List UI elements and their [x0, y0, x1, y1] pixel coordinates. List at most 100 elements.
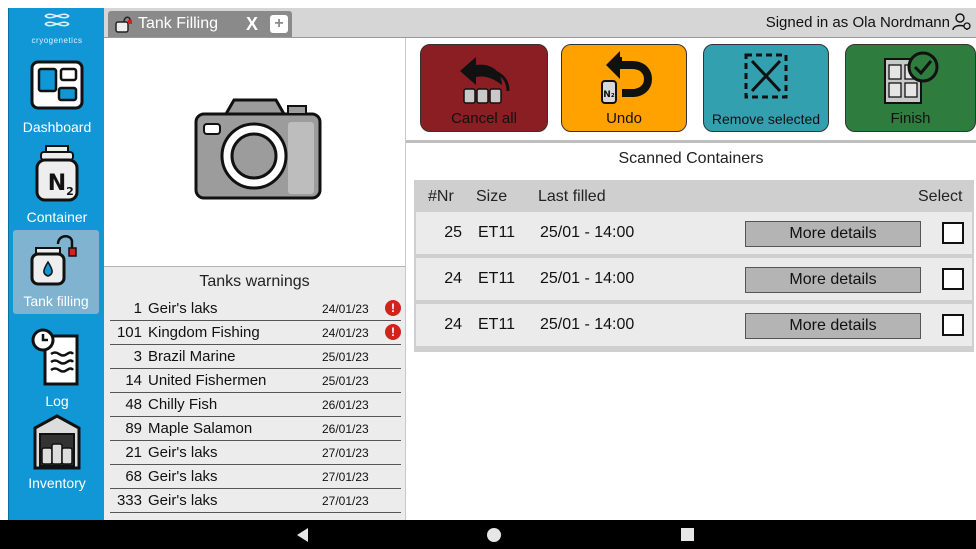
svg-text:2: 2 — [66, 185, 74, 198]
warning-tank-nr: 333 — [116, 492, 142, 509]
more-details-button[interactable]: More details — [745, 267, 921, 293]
user-settings-icon[interactable] — [952, 12, 972, 32]
section-divider — [406, 140, 976, 143]
finish-label: Finish — [890, 110, 931, 127]
cancel-all-label: Cancel all — [451, 110, 517, 127]
camera-panel[interactable] — [104, 38, 406, 266]
warning-row[interactable]: 3 Brazil Marine 25/01/23 — [110, 345, 401, 369]
container-size: ET11 — [478, 270, 516, 287]
undo-button[interactable]: N₂ Undo — [561, 44, 687, 132]
warning-tank-nr: 101 — [116, 324, 142, 341]
warning-date: 27/01/23 — [322, 446, 369, 460]
warning-row[interactable]: 333 Geir's laks 27/01/23 — [110, 489, 401, 513]
remove-selected-icon — [744, 53, 788, 99]
warning-row[interactable]: 14 United Fishermen 25/01/23 — [110, 369, 401, 393]
tab-tank-filling[interactable]: Tank Filling X + — [108, 11, 292, 37]
inventory-icon — [33, 414, 81, 470]
svg-text:N: N — [48, 171, 66, 196]
container-last-filled: 25/01 - 14:00 — [540, 224, 635, 241]
remove-selected-label: Remove selected — [711, 111, 821, 127]
recent-apps-icon[interactable] — [681, 528, 694, 541]
warning-tank-nr: 3 — [133, 348, 142, 365]
warnings-list: 1 Geir's laks 24/01/23! 101 Kingdom Fishing 2… — [104, 297, 405, 513]
select-checkbox[interactable] — [942, 222, 964, 244]
n2-container-icon: N 2 — [35, 145, 79, 202]
container-last-filled: 25/01 - 14:00 — [540, 270, 635, 287]
table-header: #Nr Size Last filled Select — [414, 180, 974, 212]
warning-row[interactable]: 68 Geir's laks 27/01/23 — [110, 465, 401, 489]
sidebar-item-label: Inventory — [28, 475, 86, 491]
add-tab-button[interactable]: + — [270, 15, 288, 33]
warning-date: 25/01/23 — [322, 350, 369, 364]
warning-tank-name: Brazil Marine — [148, 348, 236, 365]
signed-in-text: Signed in as Ola Nordmann — [765, 14, 950, 31]
more-details-button[interactable]: More details — [745, 313, 921, 339]
table-row: 24 ET11 25/01 - 14:00 More details — [416, 258, 972, 300]
warning-date: 26/01/23 — [322, 398, 369, 412]
table-row: 24 ET11 25/01 - 14:00 More details — [416, 304, 972, 346]
warning-row[interactable]: 21 Geir's laks 27/01/23 — [110, 441, 401, 465]
log-icon — [31, 328, 79, 386]
dashboard-icon — [30, 60, 84, 110]
sidebar-item-label: Log — [45, 393, 69, 409]
warning-tank-name: United Fishermen — [148, 372, 267, 389]
sidebar-item-inventory[interactable]: Inventory — [9, 414, 105, 498]
finish-icon — [883, 51, 938, 104]
tab-bar: Tank Filling X + Signed in as Ola Nordma… — [104, 8, 976, 38]
alert-icon: ! — [385, 324, 401, 340]
select-checkbox[interactable] — [942, 268, 964, 290]
cancel-all-icon — [460, 57, 510, 104]
tank-filling-icon — [115, 16, 132, 33]
warning-row[interactable]: 1 Geir's laks 24/01/23! — [110, 297, 401, 321]
sidebar-item-label: Tank filling — [23, 293, 89, 309]
close-tab-button[interactable]: X — [242, 11, 262, 37]
container-size: ET11 — [478, 224, 516, 241]
undo-icon: N₂ — [601, 51, 653, 104]
warnings-title: Tanks warnings — [199, 273, 310, 290]
sidebar-item-dashboard[interactable]: Dashboard — [9, 58, 105, 138]
svg-text:N₂: N₂ — [603, 90, 615, 100]
warning-tank-name: Geir's laks — [148, 468, 218, 485]
undo-label: Undo — [606, 110, 642, 127]
warning-tank-name: Maple Salamon — [148, 420, 253, 437]
warning-date: 26/01/23 — [322, 422, 369, 436]
brand-logo: cryogenetics — [9, 10, 105, 48]
container-nr: 24 — [444, 270, 462, 287]
remove-selected-button[interactable]: Remove selected — [703, 44, 829, 132]
camera-icon[interactable] — [192, 96, 324, 202]
container-size: ET11 — [478, 316, 516, 333]
alert-icon: ! — [385, 300, 401, 316]
finish-button[interactable]: Finish — [845, 44, 976, 132]
sidebar-item-label: Container — [26, 209, 88, 225]
warning-tank-nr: 68 — [125, 468, 142, 485]
warning-tank-nr: 89 — [125, 420, 142, 437]
warning-row[interactable]: 101 Kingdom Fishing 24/01/23! — [110, 321, 401, 345]
warning-tank-nr: 48 — [125, 396, 142, 413]
warning-date: 24/01/23 — [322, 326, 369, 340]
warning-date: 27/01/23 — [322, 470, 369, 484]
sidebar-item-log[interactable]: Log — [9, 326, 105, 410]
sidebar-item-container[interactable]: N 2 Container — [9, 144, 105, 228]
warning-date: 25/01/23 — [322, 374, 369, 388]
brand-name: cryogenetics — [31, 36, 83, 45]
warning-tank-nr: 1 — [133, 300, 142, 317]
warning-row[interactable]: 48 Chilly Fish 26/01/23 — [110, 393, 401, 417]
home-icon[interactable] — [487, 528, 501, 542]
header-size: Size — [476, 188, 508, 205]
container-nr: 24 — [444, 316, 462, 333]
back-icon[interactable] — [297, 528, 308, 542]
sidebar-item-tank-filling[interactable]: Tank filling — [13, 230, 99, 314]
warning-tank-name: Chilly Fish — [148, 396, 218, 413]
table-row: 25 ET11 25/01 - 14:00 More details — [416, 212, 972, 254]
header-select: Select — [918, 188, 963, 205]
warning-tank-name: Geir's laks — [148, 492, 218, 509]
warning-date: 24/01/23 — [322, 302, 369, 316]
scanned-containers-title: Scanned Containers — [618, 150, 764, 167]
tab-title: Tank Filling — [138, 15, 219, 32]
more-details-button[interactable]: More details — [745, 221, 921, 247]
container-nr: 25 — [444, 224, 462, 241]
warning-tank-nr: 21 — [125, 444, 142, 461]
cancel-all-button[interactable]: Cancel all — [420, 44, 548, 132]
warning-row[interactable]: 89 Maple Salamon 26/01/23 — [110, 417, 401, 441]
select-checkbox[interactable] — [942, 314, 964, 336]
